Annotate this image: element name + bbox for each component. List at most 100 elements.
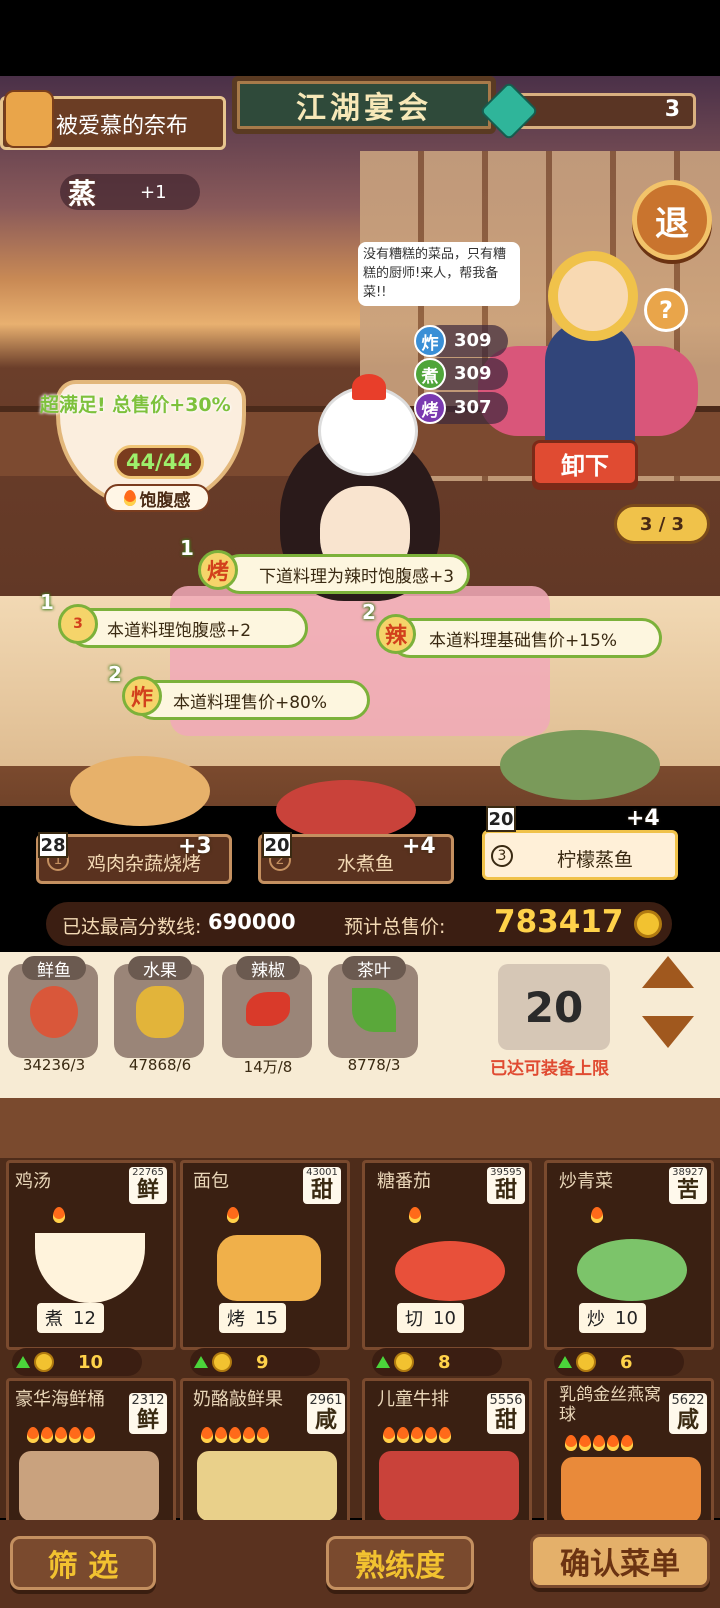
dish-price: 6 [554,1348,684,1376]
dish-flavor: 鲜 [136,1408,159,1433]
coin-icon [34,1352,54,1372]
buff-text: 本道料理基础售价+15% [429,630,618,651]
roast-buff-icon: 烤 [198,550,238,590]
scroll-down-icon[interactable] [642,1016,694,1048]
flame-icon [53,1207,65,1223]
flame-icon [243,1427,255,1443]
method-label: 烤 [227,1309,245,1330]
flame-icon [607,1435,619,1451]
buff-spicy: 本道料理基础售价+15% [390,618,662,658]
buff-fullness: 本道料理饱腹感+2 [68,608,308,648]
flame-icon [593,1435,605,1451]
chili-icon [246,992,290,1026]
flame-icon [123,490,136,506]
price-value: 6 [620,1351,633,1373]
flame-icon [411,1427,423,1443]
buff-text: 本道料理售价+80% [173,692,328,713]
player-avatar[interactable] [4,90,54,148]
dish-score-tag: 39595 甜 [487,1167,525,1204]
heat-level [565,1435,633,1451]
flame-icon [579,1435,591,1451]
fish-icon [30,986,78,1038]
exit-button[interactable]: 退 [632,180,712,260]
max-score-label: 已达最高分数线: [62,916,202,938]
unload-button[interactable]: 卸下 [532,440,638,486]
dish-method: 切 10 [397,1303,464,1333]
dish-score-tag: 38927 苦 [669,1167,707,1204]
dish-card[interactable]: 豪华海鲜桶 2312 鲜 [6,1378,176,1528]
dish-name: 面包 [193,1171,229,1192]
stat-value: 307 [454,397,492,418]
total-price-label: 预计总售价: [344,916,446,938]
gem-count: 3 [664,97,680,122]
chicken-comb [352,374,386,400]
equip-count[interactable]: 20 [498,964,610,1050]
filter-button[interactable]: 筛 选 [10,1536,156,1590]
dish-score: 22765 [132,1167,164,1178]
ingredient-count: 14万/8 [243,1058,293,1076]
selected-dish-3[interactable]: 3 柠檬蒸鱼 [482,830,678,880]
dish-card[interactable]: 鸡汤 22765 鲜 煮 12 [6,1160,176,1350]
proficiency-button[interactable]: 熟练度 [326,1536,474,1590]
ingredient-count: 34236/3 [22,1056,86,1074]
spicy-buff-icon: 辣 [376,614,416,654]
dish-card[interactable]: 奶酪敲鲜果 2961 咸 [180,1378,350,1528]
dish-level: 20 [262,832,292,858]
coin-icon [212,1352,232,1372]
dish-image [217,1235,321,1301]
dish-image-boiled-fish [276,780,416,840]
dish-score-tag: 22765 鲜 [129,1167,167,1204]
scroll-up-icon[interactable] [642,956,694,988]
flame-icon [621,1435,633,1451]
fullness-value: 44/44 [114,445,204,479]
dish-score: 2312 [131,1393,165,1408]
fire-buff-icon: 3 [58,604,98,644]
fullness-label: 饱腹感 [104,484,210,512]
dish-method: 煮 12 [37,1303,104,1333]
confirm-menu-button[interactable]: 确认菜单 [530,1534,710,1588]
fry-icon: 炸 [414,325,446,357]
dish-card[interactable]: 面包 43001 甜 烤 15 [180,1160,350,1350]
dish-price: 9 [190,1348,320,1376]
flame-icon [565,1435,577,1451]
dish-flavor: 咸 [676,1408,699,1433]
dish-score-tag: 5622 咸 [669,1393,707,1434]
method-level: 15 [255,1307,278,1329]
dish-name: 糖番茄 [377,1171,431,1192]
dish-image [379,1451,519,1521]
buff-level: 1 [180,536,194,560]
dish-card[interactable]: 糖番茄 39595 甜 切 10 [362,1160,532,1350]
dish-flavor: 甜 [494,1408,517,1433]
player-name: 被爱慕的奈布 [56,114,189,139]
flame-icon [83,1427,95,1443]
help-button[interactable]: ? [644,288,688,332]
heat-level [383,1427,451,1443]
up-arrow-icon [376,1356,390,1368]
flame-icon [41,1427,53,1443]
flame-icon [409,1207,421,1223]
dish-score: 5556 [489,1393,523,1408]
page-indicator[interactable]: 3 / 3 [614,504,710,544]
dish-image [561,1457,701,1523]
dish-card[interactable]: 炒青菜 38927 苦 炒 10 [544,1160,714,1350]
guest-character-head [548,251,638,341]
ingredient-name: 辣椒 [236,956,300,981]
dish-card[interactable]: 儿童牛排 5556 甜 [362,1378,532,1528]
dish-image-steamed-fish [500,730,660,800]
flame-icon [215,1427,227,1443]
stat-value: 309 [454,363,492,384]
dish-image [577,1239,687,1301]
score-bar: 已达最高分数线: 690000 预计总售价: 783417 [46,902,672,946]
slot-dish-name: 水煮鱼 [337,853,395,875]
dish-card[interactable]: 乳鸽金丝燕窝球 5622 咸 [544,1378,714,1528]
dish-flavor: 甜 [494,1178,517,1203]
cook-method-bonus: +1 [140,182,167,203]
dish-bonus: +4 [626,806,660,831]
dish-method: 烤 15 [219,1303,286,1333]
dish-flavor: 咸 [314,1408,337,1433]
method-label: 煮 [45,1309,63,1330]
ingredient-count: 8778/3 [347,1056,401,1074]
dish-flavor: 甜 [310,1178,333,1203]
flame-icon [229,1427,241,1443]
buff-level: 2 [108,662,122,686]
